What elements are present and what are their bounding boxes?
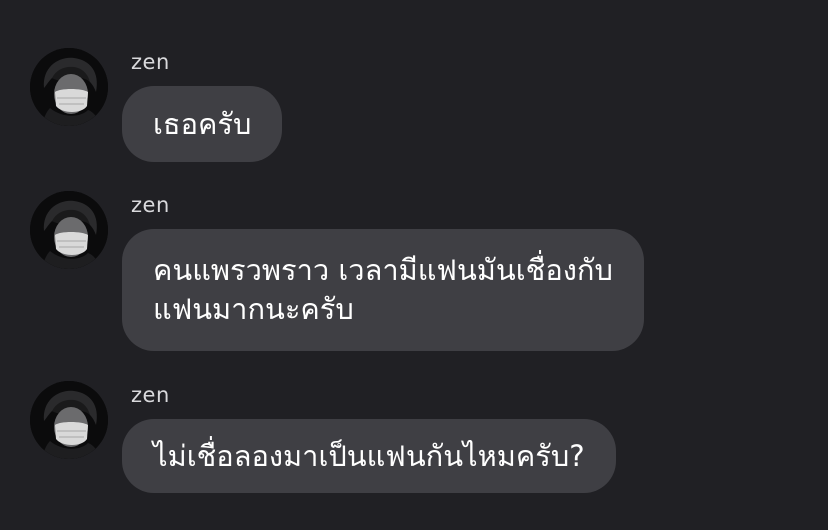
- chat-thread: zen เธอครับ zen คนแพรวพราว เวลามีแฟนมันเ…: [0, 0, 828, 530]
- message-text: เธอครับ: [153, 107, 252, 141]
- avatar-icon: [30, 48, 108, 126]
- message-text-line: คนแพรวพราว เวลามีแฟนมันเชื่องกับ: [153, 253, 613, 287]
- message-bubble[interactable]: คนแพรวพราว เวลามีแฟนมันเชื่องกับ แฟนมากน…: [122, 229, 644, 351]
- sender-name: zen: [131, 50, 170, 74]
- message-text: ไม่เชื่อลองมาเป็นแฟนกันไหมครับ?: [153, 439, 585, 473]
- sender-name: zen: [131, 193, 170, 217]
- message-bubble[interactable]: ไม่เชื่อลองมาเป็นแฟนกันไหมครับ?: [122, 419, 616, 493]
- avatar-icon: [30, 381, 108, 459]
- sender-avatar[interactable]: [30, 48, 108, 126]
- message-text-line: แฟนมากนะครับ: [153, 292, 354, 326]
- sender-name: zen: [131, 383, 170, 407]
- avatar-icon: [30, 191, 108, 269]
- sender-avatar[interactable]: [30, 381, 108, 459]
- message-bubble[interactable]: เธอครับ: [122, 86, 283, 162]
- sender-avatar[interactable]: [30, 191, 108, 269]
